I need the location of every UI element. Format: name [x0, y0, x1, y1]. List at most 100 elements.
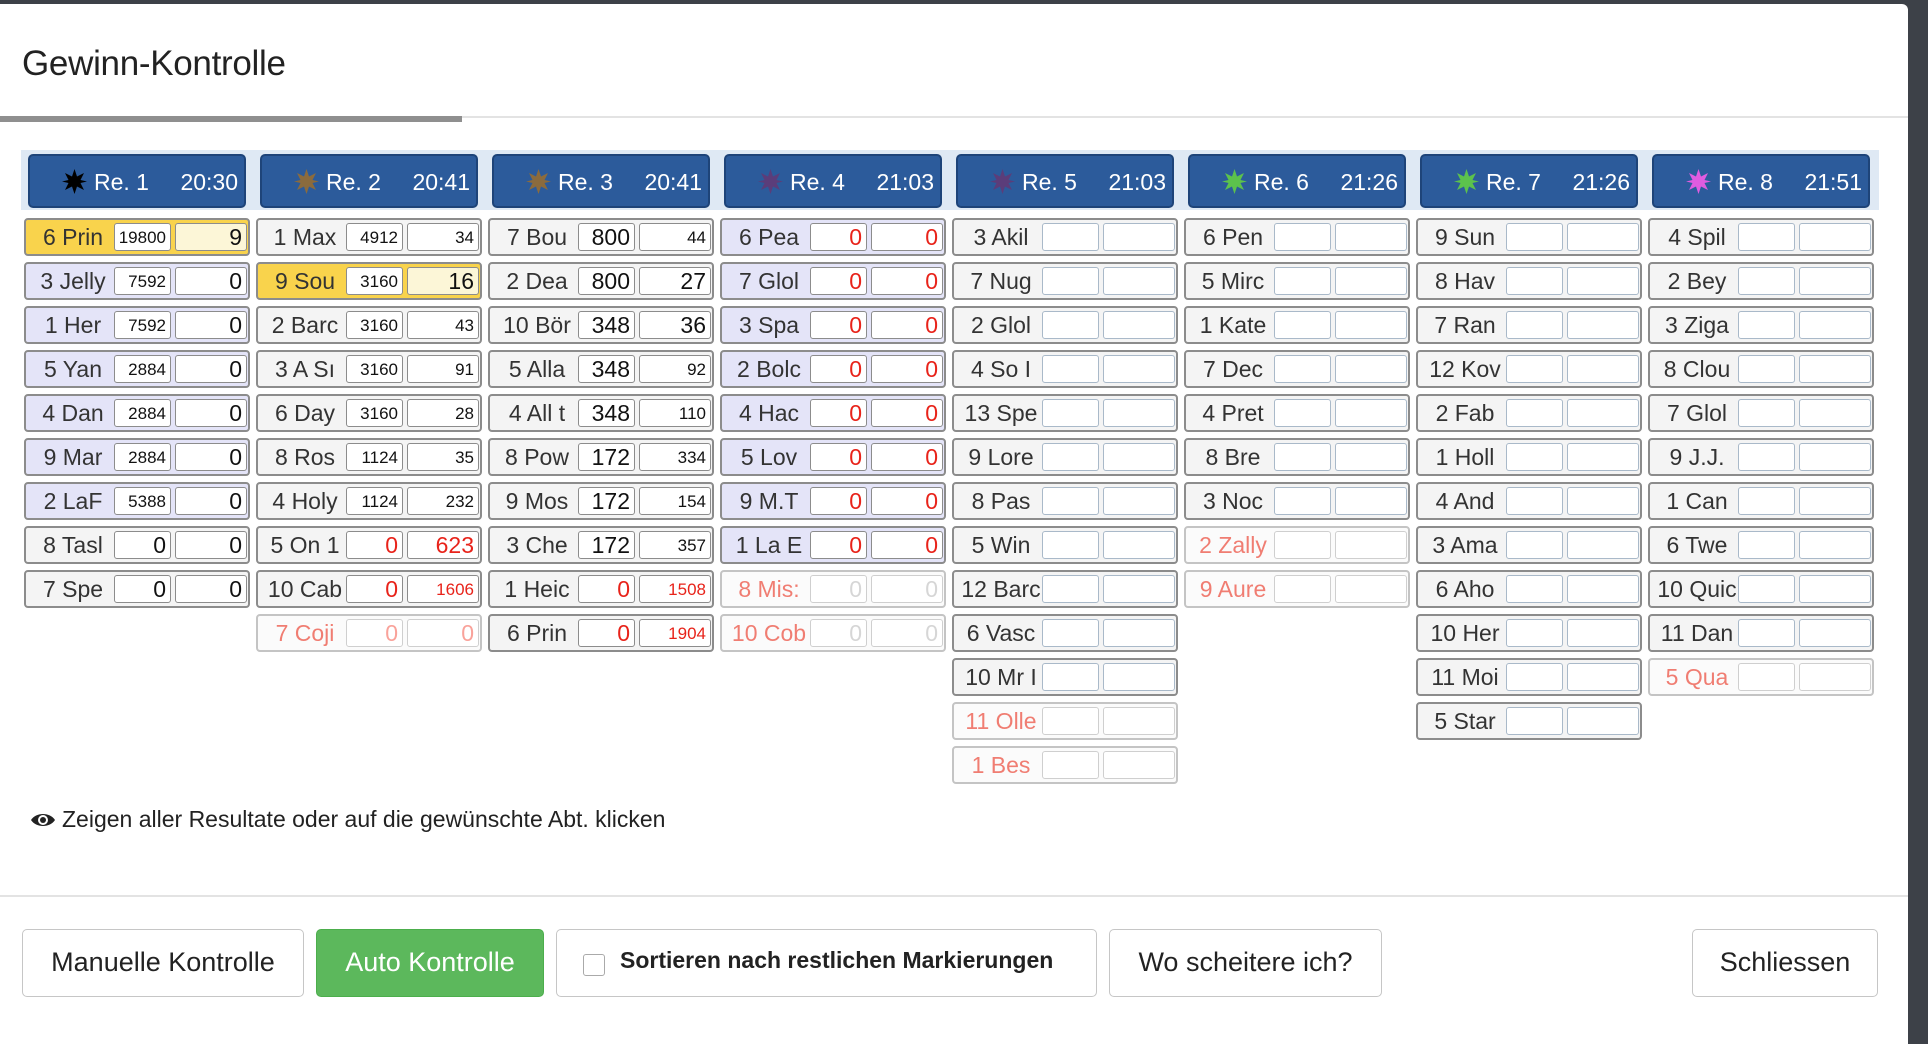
- manual-check-button[interactable]: Manuelle Kontrolle: [22, 929, 304, 997]
- horse-row[interactable]: 12 Barc: [952, 570, 1178, 608]
- horse-row[interactable]: 3 Jelly 7592 0: [24, 262, 250, 300]
- close-button[interactable]: Schliessen: [1692, 929, 1878, 997]
- horse-row[interactable]: 2 Zally: [1184, 526, 1410, 564]
- horse-row[interactable]: 4 All t 348 110: [488, 394, 714, 432]
- horse-row[interactable]: 8 Hav: [1416, 262, 1642, 300]
- horse-row[interactable]: 11 Dan: [1648, 614, 1874, 652]
- horse-row[interactable]: 1 Kate: [1184, 306, 1410, 344]
- horse-row[interactable]: 1 Holl: [1416, 438, 1642, 476]
- horse-row[interactable]: 10 Cob 0 0: [720, 614, 946, 652]
- horse-row[interactable]: 1 La E 00: [720, 526, 946, 564]
- horse-row[interactable]: 3 Akil: [952, 218, 1178, 256]
- horse-row[interactable]: 8 Clou: [1648, 350, 1874, 388]
- horse-row[interactable]: 10 Quic: [1648, 570, 1874, 608]
- horse-row[interactable]: 4 Dan 2884 0: [24, 394, 250, 432]
- horse-row[interactable]: 7 Dec: [1184, 350, 1410, 388]
- horse-row[interactable]: 7 Bou 800 44: [488, 218, 714, 256]
- horse-row[interactable]: 4 Spil: [1648, 218, 1874, 256]
- horse-row[interactable]: 1 Heic 0 1508: [488, 570, 714, 608]
- horse-row[interactable]: 9 Aure: [1184, 570, 1410, 608]
- race-header[interactable]: Re. 5 21:03: [956, 154, 1174, 208]
- horse-row[interactable]: 4 Pret: [1184, 394, 1410, 432]
- horse-row[interactable]: 1 Can: [1648, 482, 1874, 520]
- horse-row[interactable]: 4 Holy 1124 232: [256, 482, 482, 520]
- auto-check-button[interactable]: Auto Kontrolle: [316, 929, 544, 997]
- horse-row[interactable]: 8 Pow 172 334: [488, 438, 714, 476]
- horse-row[interactable]: 6 Vasc: [952, 614, 1178, 652]
- horse-row[interactable]: 9 M.T 0 0: [720, 482, 946, 520]
- race-header[interactable]: Re. 7 21:26: [1420, 154, 1638, 208]
- horse-row[interactable]: 1 Bes: [952, 746, 1178, 784]
- horse-row[interactable]: 8 Pas: [952, 482, 1178, 520]
- horse-row[interactable]: 5 Yan 2884 0: [24, 350, 250, 388]
- horse-row[interactable]: 4 And: [1416, 482, 1642, 520]
- horse-row[interactable]: 3 A Sı 3160 91: [256, 350, 482, 388]
- horse-row[interactable]: 2 Glol: [952, 306, 1178, 344]
- horse-row[interactable]: 6 Pen: [1184, 218, 1410, 256]
- horse-row[interactable]: 12 Kov: [1416, 350, 1642, 388]
- horse-row[interactable]: 6 Prin 0 1904: [488, 614, 714, 652]
- race-header[interactable]: Re. 2 20:41: [260, 154, 478, 208]
- where-fail-button[interactable]: Wo scheitere ich?: [1109, 929, 1382, 997]
- horse-row[interactable]: 10 Her: [1416, 614, 1642, 652]
- horse-row[interactable]: 7 Ran: [1416, 306, 1642, 344]
- race-header[interactable]: Re. 1 20:30: [28, 154, 246, 208]
- race-header[interactable]: Re. 8 21:51: [1652, 154, 1870, 208]
- horse-row[interactable]: 4 So I: [952, 350, 1178, 388]
- horse-row[interactable]: 2 Dea 800 27: [488, 262, 714, 300]
- horse-row[interactable]: 10 Mr I: [952, 658, 1178, 696]
- horse-row[interactable]: 1 Her 7592 0: [24, 306, 250, 344]
- horse-row[interactable]: 11 Olle: [952, 702, 1178, 740]
- horse-row[interactable]: 3 Ama: [1416, 526, 1642, 564]
- horse-row[interactable]: 8 Ros 1124 35: [256, 438, 482, 476]
- horse-row[interactable]: 8 Mis: 0 0: [720, 570, 946, 608]
- horse-row[interactable]: 4 Hac 0 0: [720, 394, 946, 432]
- horse-row[interactable]: 5 Alla 348 92: [488, 350, 714, 388]
- horse-row[interactable]: 3 Spa 0 0: [720, 306, 946, 344]
- horse-row[interactable]: 6 Pea 0 0: [720, 218, 946, 256]
- horse-row[interactable]: 9 Mar 2884 0: [24, 438, 250, 476]
- horse-row[interactable]: 2 LaF 5388 0: [24, 482, 250, 520]
- horse-row[interactable]: 5 Qua: [1648, 658, 1874, 696]
- horse-row[interactable]: 3 Ziga: [1648, 306, 1874, 344]
- horse-row[interactable]: 7 Coji 0 0: [256, 614, 482, 652]
- horse-row[interactable]: 10 Bör 348 36: [488, 306, 714, 344]
- horse-row[interactable]: 3 Noc: [1184, 482, 1410, 520]
- horse-row[interactable]: 1 Max 4912 34: [256, 218, 482, 256]
- horse-row[interactable]: 6 Aho: [1416, 570, 1642, 608]
- info-hint[interactable]: Zeigen aller Resultate oder auf die gewü…: [30, 806, 665, 833]
- horse-row[interactable]: 7 Glol 0 0: [720, 262, 946, 300]
- horse-row[interactable]: 10 Cab 0 1606: [256, 570, 482, 608]
- odds-value: [1799, 267, 1871, 295]
- horse-row[interactable]: 7 Nug: [952, 262, 1178, 300]
- horse-row[interactable]: 5 Star: [1416, 702, 1642, 740]
- horse-row[interactable]: 2 Fab: [1416, 394, 1642, 432]
- horse-row[interactable]: 5 Lov 0 0: [720, 438, 946, 476]
- horse-row[interactable]: 5 Mirc: [1184, 262, 1410, 300]
- horse-row[interactable]: 8 Bre: [1184, 438, 1410, 476]
- horse-row[interactable]: 6 Prin 19800 9: [24, 218, 250, 256]
- horse-row[interactable]: 7 Spe 0 0: [24, 570, 250, 608]
- horse-row[interactable]: 7 Glol: [1648, 394, 1874, 432]
- horse-row[interactable]: 8 Tasl 0 0: [24, 526, 250, 564]
- sort-checkbox[interactable]: [583, 954, 605, 976]
- horse-row[interactable]: 9 Mos 172 154: [488, 482, 714, 520]
- horse-row[interactable]: 6 Day 3160 28: [256, 394, 482, 432]
- race-header[interactable]: Re. 4 21:03: [724, 154, 942, 208]
- horse-row[interactable]: 9 J.J.: [1648, 438, 1874, 476]
- horse-row[interactable]: 9 Lore: [952, 438, 1178, 476]
- horse-row[interactable]: 6 Twe: [1648, 526, 1874, 564]
- race-header[interactable]: Re. 3 20:41: [492, 154, 710, 208]
- horse-row[interactable]: 2 Bey: [1648, 262, 1874, 300]
- horse-row[interactable]: 5 On 1 0 623: [256, 526, 482, 564]
- horse-row[interactable]: 2 Barc 3160 43: [256, 306, 482, 344]
- horse-row[interactable]: 13 Spe: [952, 394, 1178, 432]
- horse-row[interactable]: 3 Che 172 357: [488, 526, 714, 564]
- horse-row[interactable]: 9 Sou 3160 16: [256, 262, 482, 300]
- race-header[interactable]: Re. 6 21:26: [1188, 154, 1406, 208]
- horse-row[interactable]: 5 Win: [952, 526, 1178, 564]
- horse-row[interactable]: 2 Bolc 0 0: [720, 350, 946, 388]
- horse-row[interactable]: 9 Sun: [1416, 218, 1642, 256]
- sort-option[interactable]: Sortieren nach restlichen Markierungen: [556, 929, 1097, 997]
- horse-row[interactable]: 11 Moi: [1416, 658, 1642, 696]
